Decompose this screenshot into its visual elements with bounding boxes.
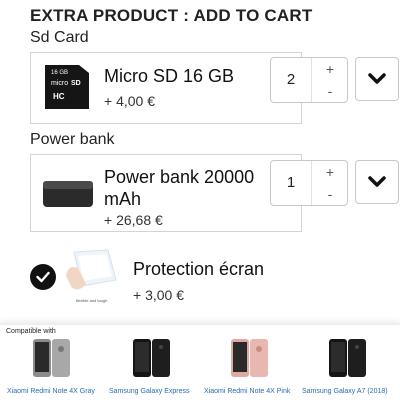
options-dropdown-power-bank[interactable]	[355, 160, 399, 204]
product-card-power-bank[interactable]: Power bank 20000 mAh + 26,68 €	[30, 154, 302, 232]
quantity-stepper-sd[interactable]: 2 + -	[270, 57, 348, 103]
sd-logo-text: SD	[71, 80, 81, 87]
decrease-button[interactable]: -	[312, 80, 348, 102]
quantity-value[interactable]: 1	[271, 161, 311, 205]
protection-checkbox[interactable]	[30, 264, 56, 290]
micro-sd-image: 16 GB micro SD HC	[45, 65, 89, 109]
protection-price: + 3,00 €	[133, 287, 184, 303]
phone-link-redmi-gray[interactable]: Xiaomi Redmi Note 4X Gray	[7, 388, 95, 395]
product-price: + 4,00 €	[104, 93, 155, 109]
compatible-title: Compatible with	[6, 328, 56, 335]
product-name: Micro SD 16 GB	[104, 66, 235, 86]
sd-size-text: 16 GB	[51, 70, 68, 76]
category-label-power-bank: Power bank	[30, 131, 115, 148]
quantity-stepper-power-bank[interactable]: 1 + -	[270, 160, 348, 206]
protection-name: Protection écran	[133, 259, 265, 279]
product-name-line1: Power bank 20000	[104, 167, 255, 187]
increase-button[interactable]: +	[312, 58, 348, 80]
product-card-sd[interactable]: 16 GB micro SD HC Micro SD 16 GB + 4,00 …	[30, 52, 302, 124]
product-name-line2: mAh	[104, 189, 142, 209]
phone-image-galaxy-express	[133, 339, 170, 377]
category-label-sd-card: Sd Card	[30, 29, 89, 46]
phone-image-redmi-pink	[231, 339, 268, 377]
product-price: + 26,68 €	[104, 212, 163, 228]
protector-caption: flexible and tough	[76, 298, 107, 303]
chevron-down-icon	[368, 176, 386, 187]
page-title: EXTRA PRODUCT : ADD TO CART	[30, 6, 313, 25]
phone-image-galaxy-a7	[329, 339, 366, 377]
phone-link-redmi-pink[interactable]: Xiaomi Redmi Note 4X Pink	[204, 388, 290, 395]
phone-image-redmi-gray	[33, 339, 70, 377]
screen-protector-image: flexible and tough	[66, 249, 117, 303]
phone-link-galaxy-a7[interactable]: Samsung Galaxy A7 (2018)	[302, 388, 388, 395]
checkmark-icon	[36, 271, 50, 283]
sd-class-text: HC	[53, 92, 65, 101]
compatible-panel: Compatible with Xiaomi Redmi Note 4X Gra…	[0, 324, 400, 400]
options-dropdown-sd[interactable]	[355, 57, 399, 101]
power-bank-image	[43, 181, 93, 207]
chevron-down-icon	[368, 73, 386, 84]
quantity-value[interactable]: 2	[271, 58, 311, 102]
decrease-button[interactable]: -	[312, 183, 348, 205]
phone-link-galaxy-express[interactable]: Samsung Galaxy Express	[109, 388, 190, 395]
sd-brand-text: micro	[51, 80, 68, 87]
stepper-buttons: + -	[311, 161, 347, 205]
stepper-buttons: + -	[311, 58, 347, 102]
increase-button[interactable]: +	[312, 161, 348, 183]
product-name: Power bank 20000 mAh	[104, 166, 254, 210]
